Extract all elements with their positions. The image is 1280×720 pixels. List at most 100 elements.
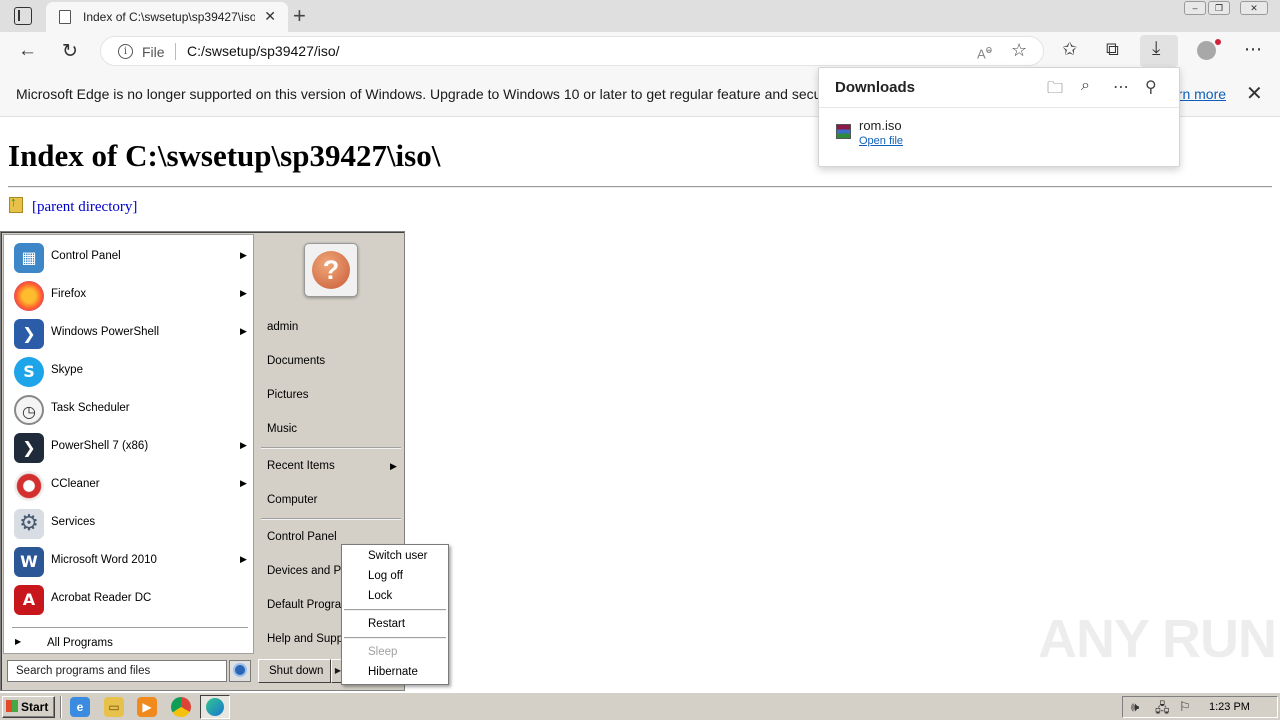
close-icon[interactable]: ✕	[1246, 81, 1263, 106]
submenu-arrow-icon: ▶	[240, 478, 247, 488]
place-music[interactable]: Music	[267, 423, 297, 435]
place-computer[interactable]: Computer	[267, 494, 318, 506]
submenu-arrow-icon: ▶	[390, 461, 397, 471]
program-control-panel[interactable]: ▦ Control Panel ▶	[8, 240, 251, 276]
programs-pane: ▦ Control Panel ▶ Firefox ▶ ❯ Windows Po…	[3, 234, 254, 654]
sleep-item: Sleep	[368, 646, 398, 658]
downloads-button[interactable]: ⤓	[1140, 35, 1178, 67]
add-favorite-icon[interactable]: ☆	[1011, 40, 1027, 61]
document-icon	[59, 10, 71, 24]
divider	[819, 107, 1179, 108]
place-recent-items[interactable]: Recent Items	[267, 460, 335, 472]
media-player-icon[interactable]: ▶	[137, 697, 157, 717]
download-filename[interactable]: rom.iso	[859, 118, 902, 133]
place-pictures[interactable]: Pictures	[267, 389, 309, 401]
hibernate-item[interactable]: Hibernate	[368, 666, 418, 678]
taskbar-edge-button[interactable]	[200, 695, 230, 719]
arrow-right-icon: ▶	[15, 637, 22, 646]
firefox-icon	[14, 281, 44, 311]
submenu-arrow-icon: ▶	[240, 250, 247, 260]
place-control-panel[interactable]: Control Panel	[267, 531, 337, 543]
program-services[interactable]: ⚙ Services	[8, 506, 251, 542]
close-tab-icon[interactable]: ✕	[264, 8, 276, 25]
powershell-icon: ❯	[14, 319, 44, 349]
clock[interactable]: 1:23 PM	[1209, 701, 1250, 713]
tab-actions-icon[interactable]	[14, 7, 32, 25]
close-window-button[interactable]: ✕	[1240, 1, 1268, 15]
divider	[344, 609, 446, 611]
program-word-2010[interactable]: W Microsoft Word 2010 ▶	[8, 544, 251, 580]
new-tab-button[interactable]: +	[293, 3, 306, 29]
program-task-scheduler[interactable]: ◷ Task Scheduler	[8, 392, 251, 428]
chrome-icon[interactable]	[171, 697, 191, 717]
program-firefox[interactable]: Firefox ▶	[8, 278, 251, 314]
info-icon[interactable]: i	[118, 44, 133, 59]
search-input[interactable]: Search programs and files	[7, 660, 227, 682]
program-label: Services	[51, 516, 96, 528]
browser-tab[interactable]: Index of C:\swsetup\sp39427\iso\ ✕	[46, 2, 288, 32]
user-avatar[interactable]	[304, 243, 358, 297]
windows-logo-icon	[6, 700, 18, 712]
divider	[60, 696, 62, 718]
program-ccleaner[interactable]: CCleaner ▶	[8, 468, 251, 504]
program-skype[interactable]: S Skype	[8, 354, 251, 390]
pin-icon[interactable]: ⚲	[1145, 77, 1157, 97]
network-icon[interactable]: 🖧	[1155, 699, 1170, 720]
all-programs-item[interactable]: ▶ All Programs	[8, 634, 251, 654]
folder-icon[interactable]: ▭	[104, 697, 124, 717]
log-off-item[interactable]: Log off	[368, 570, 403, 582]
parent-directory-link[interactable]: [parent directory]	[32, 199, 137, 216]
read-aloud-icon[interactable]: Aⱺ	[977, 43, 992, 61]
submenu-arrow-icon: ▶	[240, 554, 247, 564]
program-label: CCleaner	[51, 478, 100, 490]
favorites-icon[interactable]: ✩	[1062, 39, 1077, 60]
start-label: Start	[21, 700, 49, 714]
speaker-icon[interactable]: 🕪	[1131, 699, 1139, 715]
place-devices-printers[interactable]: Devices and Pri	[267, 565, 348, 577]
internet-explorer-icon[interactable]: e	[70, 697, 90, 717]
collections-icon[interactable]: ⧉	[1106, 39, 1119, 60]
switch-user-item[interactable]: Switch user	[368, 550, 427, 562]
start-button[interactable]: Start	[2, 696, 55, 718]
search-button[interactable]	[229, 660, 251, 682]
address-bar[interactable]: i File C:/swsetup/sp39427/iso/ Aⱺ ☆	[100, 36, 1044, 66]
profile-avatar[interactable]	[1197, 39, 1221, 60]
more-options-icon[interactable]: ⋯	[1113, 77, 1129, 97]
divider	[12, 627, 248, 629]
program-label: Acrobat Reader DC	[51, 592, 152, 604]
shutdown-button[interactable]: Shut down	[258, 659, 331, 683]
url-text[interactable]: C:/swsetup/sp39427/iso/	[187, 43, 340, 59]
powershell7-icon: ❯	[14, 433, 44, 463]
place-user[interactable]: admin	[267, 321, 298, 333]
restart-item[interactable]: Restart	[368, 618, 405, 630]
program-label: Skype	[51, 364, 83, 376]
program-windows-powershell[interactable]: ❯ Windows PowerShell ▶	[8, 316, 251, 352]
shutdown-label: Shut down	[269, 665, 324, 677]
program-label: Control Panel	[51, 250, 121, 262]
program-acrobat-reader[interactable]: A Acrobat Reader DC	[8, 582, 251, 618]
place-help-support[interactable]: Help and Suppo	[267, 633, 349, 645]
page-title: Index of C:\swsetup\sp39427\iso\	[8, 138, 441, 173]
lock-item[interactable]: Lock	[368, 590, 392, 602]
open-folder-icon[interactable]: 🗀	[1047, 77, 1063, 104]
divider	[344, 637, 446, 639]
back-arrow-icon[interactable]: ←	[18, 40, 37, 62]
submenu-arrow-icon: ▶	[240, 440, 247, 450]
action-center-flag-icon[interactable]: ⚐	[1179, 699, 1191, 715]
minimize-button[interactable]: –	[1184, 1, 1206, 15]
search-icon	[233, 663, 247, 677]
place-default-programs[interactable]: Default Progra	[267, 599, 341, 611]
restore-button[interactable]: ❐	[1208, 1, 1230, 15]
place-documents[interactable]: Documents	[267, 355, 325, 367]
program-powershell-7[interactable]: ❯ PowerShell 7 (x86) ▶	[8, 430, 251, 466]
gear-icon: ⚙	[14, 509, 44, 539]
program-label: Microsoft Word 2010	[51, 554, 157, 566]
open-file-link[interactable]: Open file	[859, 135, 903, 147]
divider	[175, 43, 176, 60]
folder-up-icon	[9, 194, 23, 213]
program-label: Windows PowerShell	[51, 326, 160, 338]
scheme-label: File	[142, 44, 165, 60]
more-menu-icon[interactable]: ⋯	[1244, 39, 1262, 60]
search-icon[interactable]: ⌕	[1081, 77, 1090, 95]
refresh-icon[interactable]: ↻	[62, 40, 78, 63]
